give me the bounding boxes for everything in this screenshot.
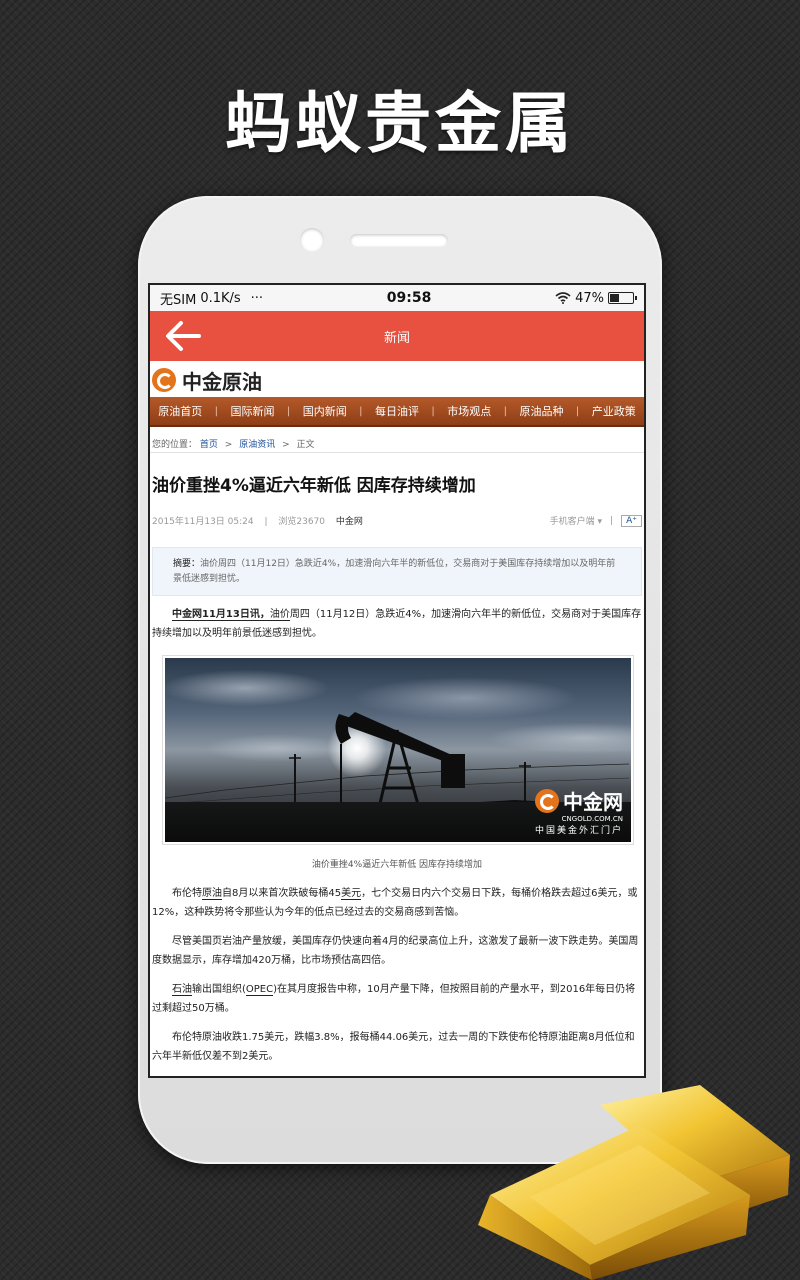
article-title: 油价重挫4%逼近六年新低 因库存持续增加	[152, 476, 476, 496]
nav-bar: 新闻	[150, 311, 644, 361]
category-item[interactable]: 市场观点	[443, 403, 495, 419]
summary-box: 摘要：油价周四（11月12日）急跌近4%，加速滑向六年半的新低位，交易商对于美国…	[152, 547, 642, 596]
battery-icon	[608, 292, 637, 304]
meta-sep: |	[610, 515, 614, 526]
breadcrumb-prefix: 您的位置：	[152, 440, 198, 450]
article-figure: 中金网 CNGOLD.COM.CN 中国美金外汇门户	[162, 655, 634, 845]
breadcrumb-home[interactable]: 首页	[200, 440, 218, 450]
article-source[interactable]: 中金网	[336, 517, 363, 527]
phone-screen: 无SIM 0.1K/s ··· 09:58 47% 新闻 中金原油 原油首页 |…	[148, 283, 646, 1078]
category-item[interactable]: 产业政策	[588, 403, 640, 419]
breadcrumb: 您的位置： 首页 > 原油资讯 > 正文	[150, 427, 644, 453]
font-size-button[interactable]: A⁺	[621, 514, 642, 527]
breadcrumb-sep: >	[224, 440, 233, 450]
back-button[interactable]	[160, 315, 204, 357]
promo-title: 蚂蚁贵金属	[225, 85, 575, 162]
photo-watermark: 中金网 CNGOLD.COM.CN 中国美金外汇门户	[535, 786, 623, 836]
battery-percent: 47%	[575, 290, 604, 306]
keyword-link[interactable]: 石油	[172, 984, 192, 996]
article: 油价重挫4%逼近六年新低 因库存持续增加 2015年11月13日 05:24 |…	[150, 471, 644, 1066]
breadcrumb-section[interactable]: 原油资讯	[239, 440, 275, 450]
arrow-left-icon	[166, 321, 201, 351]
summary-label: 摘要：	[173, 559, 201, 569]
paragraph: 尽管美国页岩油产量放缓，美国库存仍快速向着4月的纪录高位上升，这激发了最新一波下…	[152, 936, 639, 966]
category-item[interactable]: 原油品种	[515, 403, 567, 419]
article-meta: 2015年11月13日 05:24 | 浏览23670 中金网 手机客户端 ▾ …	[152, 514, 642, 527]
summary-text: 油价周四（11月12日）急跌近4%，加速滑向六年半的新低位，交易商对于美国库存持…	[173, 559, 616, 584]
site-logo-icon	[152, 368, 176, 392]
mobile-client-label: 手机客户端	[549, 517, 595, 527]
breadcrumb-current: 正文	[296, 440, 315, 450]
paragraph-text: 自8月以来首次跌破每桶45	[222, 888, 342, 899]
paragraph: 中金网11月13日讯，油价周四（11月12日）急跌近4%，加速滑向六年半的新低位…	[152, 605, 642, 643]
paragraph-text: 布伦特	[172, 888, 202, 899]
meta-sep: |	[264, 517, 268, 527]
keyword-link[interactable]: OPEC	[245, 984, 274, 996]
caret-down-icon: ▾	[597, 517, 603, 527]
watermark-domain: CNGOLD.COM.CN	[561, 815, 623, 823]
paragraph-text: 输出国组织(	[192, 984, 246, 995]
category-nav: 原油首页 | 国际新闻 | 国内新闻 | 每日油评 | 市场观点 | 原油品种 …	[150, 397, 644, 427]
gold-bars-image	[478, 1085, 790, 1280]
category-item[interactable]: 原油首页	[154, 403, 206, 419]
site-logo-text[interactable]: 中金原油	[182, 366, 262, 395]
paragraph: 布伦特原油收跌1.75美元，跌幅3.8%，报每桶44.06美元，过去一周的下跌使…	[152, 1032, 635, 1062]
article-date: 2015年11月13日 05:24	[152, 517, 254, 527]
brand-logo-icon	[535, 788, 559, 813]
paragraph: 布伦特原油自8月以来首次跌破每桶45美元，七个交易日内六个交易日下跌，每桶价格跌…	[152, 884, 642, 922]
phone-speaker	[350, 234, 448, 247]
figure-caption: 油价重挫4%逼近六年新低 因库存持续增加	[311, 860, 483, 870]
keyword-link[interactable]: 美元	[341, 888, 362, 900]
breadcrumb-sep: >	[282, 440, 290, 450]
source-link[interactable]: 中金网11月13日讯，	[172, 609, 270, 621]
oil-pump-photo: 中金网 CNGOLD.COM.CN 中国美金外汇门户	[165, 658, 631, 842]
status-bar: 无SIM 0.1K/s ··· 09:58 47%	[150, 285, 644, 311]
keyword-link[interactable]: 原油	[202, 888, 222, 900]
category-item[interactable]: 国际新闻	[226, 403, 278, 419]
status-time: 09:58	[386, 290, 432, 306]
phone-camera	[300, 228, 324, 252]
network-speed: 0.1K/s	[200, 290, 241, 306]
carrier-label: 无SIM	[160, 292, 197, 308]
mobile-client-link[interactable]: 手机客户端 ▾	[550, 514, 602, 527]
paragraph: 石油输出国组织(OPEC)在其月度报告中称，10月产量下降，但按照目前的产量水平…	[152, 980, 642, 1018]
watermark-brand: 中金网	[563, 790, 623, 814]
article-views: 浏览23670	[278, 517, 326, 527]
watermark-tagline: 中国美金外汇门户	[534, 826, 623, 836]
site-header: 中金原油	[150, 365, 644, 395]
wifi-icon	[555, 292, 571, 304]
more-dots-icon: ···	[250, 290, 264, 306]
category-item[interactable]: 国内新闻	[299, 403, 351, 419]
keyword-link[interactable]: 油价	[269, 609, 290, 621]
nav-title: 新闻	[383, 330, 410, 346]
category-item[interactable]: 每日油评	[371, 403, 423, 419]
